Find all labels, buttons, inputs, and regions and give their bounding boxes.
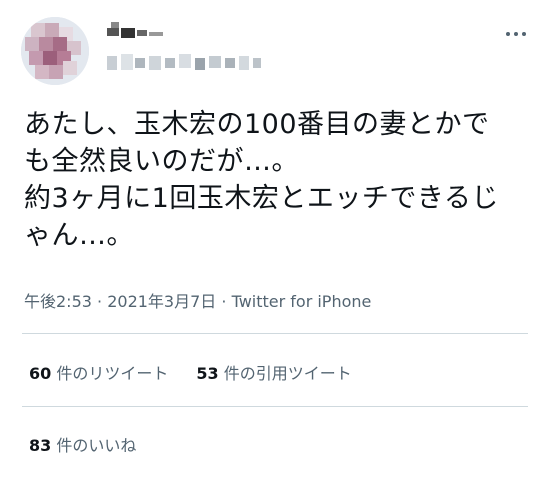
likes-label: 件のいいね (56, 436, 137, 455)
tweet-text: あたし、玉木宏の100番目の妻とかで も全然良いのだが…。 約3ヶ月に1回玉木宏… (24, 106, 530, 254)
tweet-text-line: ゃん…。 (24, 220, 134, 251)
meta-separator: · (91, 292, 108, 311)
likes-stat[interactable]: 83 件のいいね (29, 432, 136, 456)
quotes-stat[interactable]: 53 件の引用ツイート (196, 360, 351, 384)
more-button[interactable] (496, 22, 536, 46)
stats-row: 60 件のリツイート 53 件の引用ツイート (29, 360, 380, 384)
user-name-obscured[interactable] (107, 22, 307, 74)
tweet-text-line: あたし、玉木宏の100番目の妻とかで (24, 109, 490, 140)
avatar[interactable] (21, 17, 89, 85)
quotes-count: 53 (196, 364, 219, 383)
divider (22, 333, 528, 334)
tweet-text-line: 約3ヶ月に1回玉木宏とエッチできるじ (24, 183, 499, 214)
meta-separator: · (216, 292, 232, 311)
more-horizontal-icon (504, 32, 528, 36)
likes-count: 83 (29, 436, 52, 455)
divider (22, 406, 528, 407)
retweets-stat[interactable]: 60 件のリツイート (29, 360, 168, 384)
retweets-count: 60 (29, 364, 52, 383)
tweet-date[interactable]: 2021年3月7日 (107, 292, 216, 311)
retweets-label: 件のリツイート (56, 364, 169, 383)
quotes-label: 件の引用ツイート (223, 364, 352, 383)
tweet-time[interactable]: 午後2:53 (24, 292, 92, 311)
tweet-text-line: も全然良いのだが…。 (24, 146, 299, 177)
tweet-meta: 午後2:53 · 2021年3月7日 · Twitter for iPhone (24, 288, 371, 312)
tweet-source[interactable]: Twitter for iPhone (232, 292, 372, 311)
tweet-card: あたし、玉木宏の100番目の妻とかで も全然良いのだが…。 約3ヶ月に1回玉木宏… (0, 0, 550, 477)
